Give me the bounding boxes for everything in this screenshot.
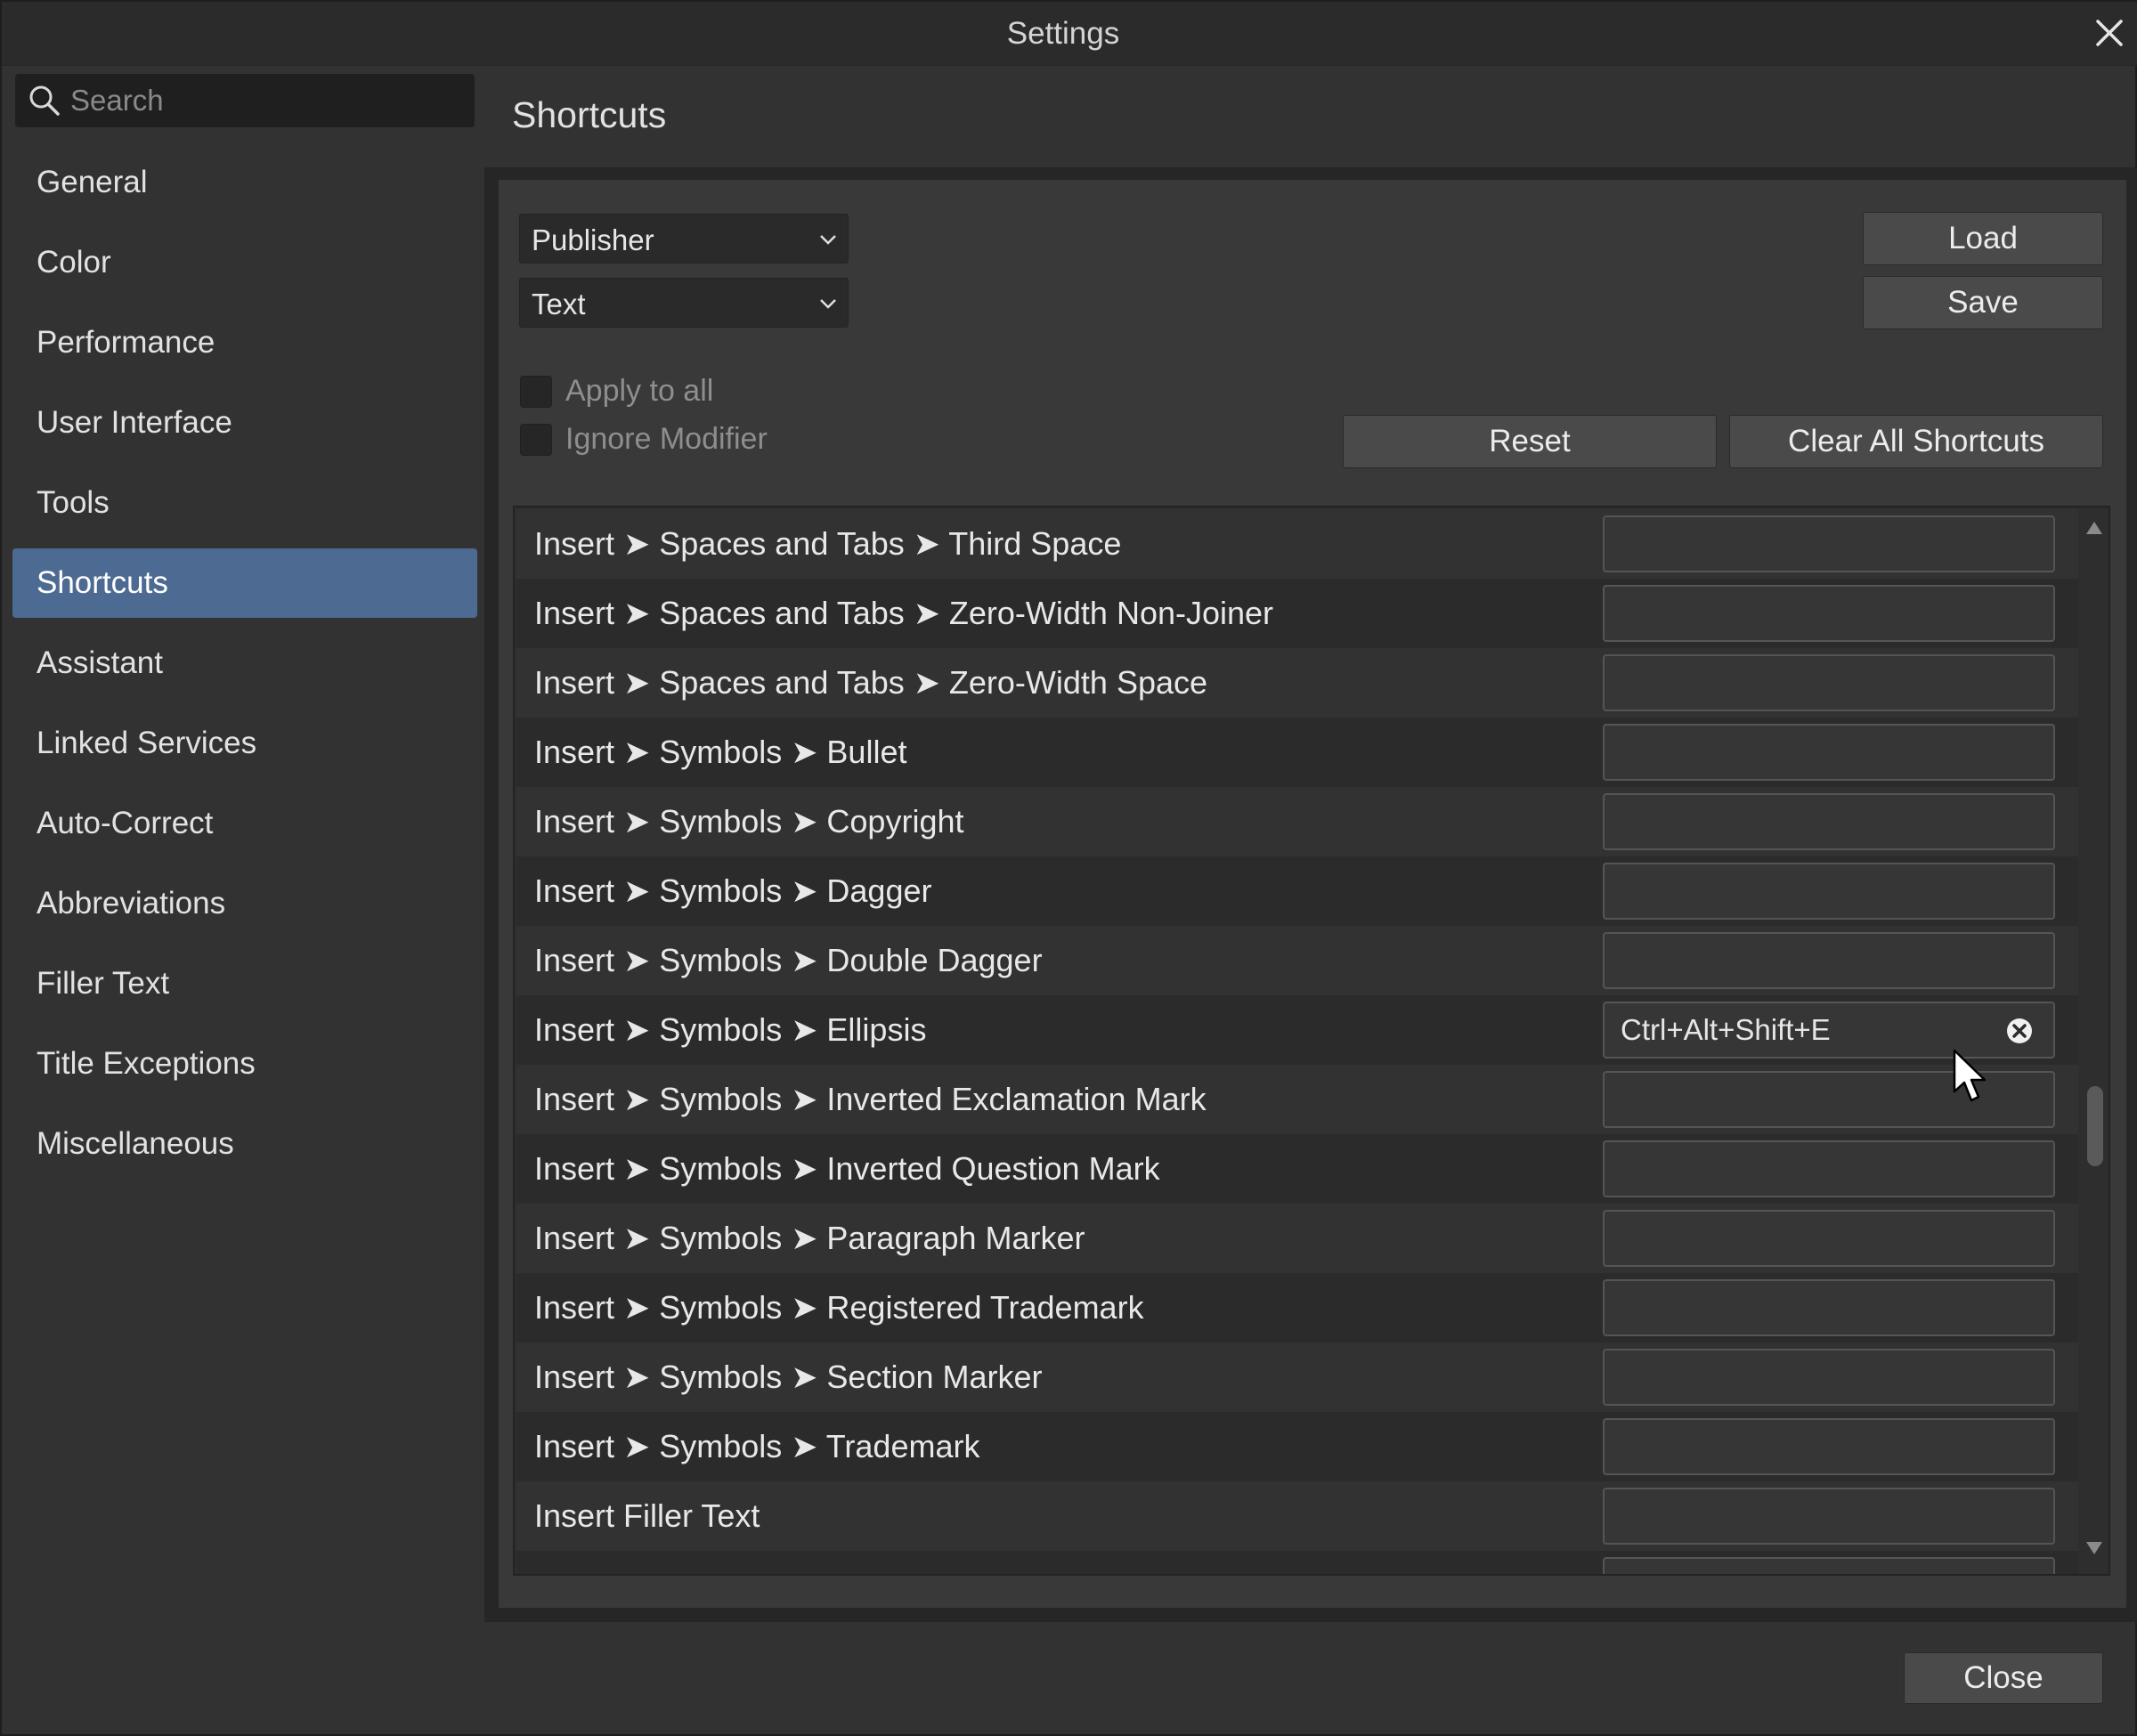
app-select-value: Publisher — [532, 223, 654, 256]
search-box — [15, 74, 475, 127]
page-title: Shortcuts — [512, 94, 667, 135]
shortcut-command-label: Insert ➤ Symbols ➤ Bullet — [534, 734, 907, 770]
title-bar: Settings — [2, 2, 2137, 66]
reset-button[interactable]: Reset — [1343, 415, 1717, 468]
shortcut-command-label: Insert ➤ Symbols ➤ Copyright — [534, 803, 964, 840]
shortcut-command-label: Insert ➤ Spaces and Tabs ➤ Zero-Width Sp… — [534, 664, 1208, 701]
sidebar-item-title-exceptions[interactable]: Title Exceptions — [12, 1029, 477, 1099]
shortcut-input[interactable] — [1603, 515, 2055, 572]
table-row: Insert ➤ Symbols ➤ Dagger — [516, 856, 2078, 926]
shortcut-input[interactable] — [1603, 1071, 2055, 1128]
scrollbar[interactable] — [2078, 507, 2109, 1574]
scroll-down-arrow-icon[interactable] — [2085, 1540, 2103, 1556]
shortcut-command-label: Insert ➤ Symbols ➤ Double Dagger — [534, 942, 1043, 978]
shortcut-input[interactable] — [1603, 793, 2055, 850]
table-row: Insert ➤ Symbols ➤ Inverted Question Mar… — [516, 1134, 2078, 1204]
sidebar-item-abbreviations[interactable]: Abbreviations — [12, 869, 477, 938]
scrollbar-thumb[interactable] — [2087, 1086, 2103, 1166]
table-row: Insert ➤ Symbols ➤ Paragraph Marker — [516, 1204, 2078, 1273]
table-row: Insert ➤ Symbols ➤ Inverted Exclamation … — [516, 1065, 2078, 1134]
clear-shortcut-icon[interactable] — [2005, 1017, 2034, 1045]
table-row: Insert ➤ Spaces and Tabs ➤ Zero-Width No… — [516, 579, 2078, 648]
sidebar-item-performance[interactable]: Performance — [12, 308, 477, 377]
search-icon — [29, 85, 60, 116]
category-select-value: Text — [532, 288, 586, 320]
settings-window: Settings General Color Performance User Int… — [0, 0, 2137, 1736]
chevron-down-icon — [820, 299, 836, 309]
table-row: Insert ➤ Symbols ➤ Trademark — [516, 1412, 2078, 1481]
table-row: Insert ➤ Symbols ➤ Ellipsis — [516, 995, 2078, 1065]
category-select[interactable]: Text — [519, 278, 849, 328]
table-row: Insert ➤ Symbols ➤ Double Dagger — [516, 926, 2078, 995]
sidebar-item-color[interactable]: Color — [12, 228, 477, 297]
sidebar-item-miscellaneous[interactable]: Miscellaneous — [12, 1109, 477, 1179]
save-button[interactable]: Save — [1863, 276, 2103, 329]
shortcut-input[interactable] — [1603, 724, 2055, 781]
table-row: Insert ➤ Symbols ➤ Section Marker — [516, 1343, 2078, 1412]
table-row: Insert ➤ Spaces and Tabs ➤ Zero-Width Sp… — [516, 648, 2078, 718]
shortcut-input[interactable] — [1603, 863, 2055, 920]
table-row: Insert Filler Text — [516, 1481, 2078, 1551]
shortcut-input[interactable] — [1603, 654, 2055, 711]
shortcut-input[interactable] — [1603, 1349, 2055, 1406]
sidebar-item-tools[interactable]: Tools — [12, 468, 477, 538]
shortcut-command-label: Insert ➤ Symbols ➤ Inverted Question Mar… — [534, 1150, 1160, 1187]
clear-all-shortcuts-button[interactable]: Clear All Shortcuts — [1729, 415, 2103, 468]
shortcut-command-label: Insert ➤ Symbols ➤ Ellipsis — [534, 1011, 927, 1048]
sidebar-item-filler-text[interactable]: Filler Text — [12, 949, 477, 1018]
shortcut-command-label: Insert ➤ Symbols ➤ Paragraph Marker — [534, 1220, 1085, 1256]
sidebar-item-user-interface[interactable]: User Interface — [12, 388, 477, 458]
shortcut-input[interactable] — [1603, 1557, 2055, 1574]
table-row: Insert ➤ Spaces and Tabs ➤ Third Space — [516, 509, 2078, 579]
close-button[interactable]: Close — [1904, 1652, 2103, 1704]
scroll-up-arrow-icon[interactable] — [2085, 520, 2103, 536]
apply-to-all-checkbox[interactable] — [520, 376, 552, 408]
close-icon[interactable] — [2091, 14, 2128, 52]
shortcut-command-label: Insert ➤ Spaces and Tabs ➤ Third Space — [534, 525, 1122, 562]
sidebar-item-auto-correct[interactable]: Auto-Correct — [12, 789, 477, 858]
search-input[interactable] — [70, 81, 462, 120]
shortcut-command-label: Insert ➤ Symbols ➤ Dagger — [534, 872, 932, 909]
load-button[interactable]: Load — [1863, 212, 2103, 265]
sidebar-item-assistant[interactable]: Assistant — [12, 629, 477, 698]
shortcut-input[interactable] — [1603, 1002, 2055, 1059]
sidebar-item-general[interactable]: General — [12, 148, 477, 217]
table-row: Insert ➤ Symbols ➤ Registered Trademark — [516, 1273, 2078, 1343]
table-row: Insert ➤ Symbols ➤ Bullet — [516, 718, 2078, 787]
sidebar-item-linked-services[interactable]: Linked Services — [12, 709, 477, 778]
shortcut-command-label: Insert ➤ Symbols ➤ Section Marker — [534, 1359, 1043, 1395]
table-row — [516, 1551, 2078, 1574]
shortcut-command-label: Insert ➤ Symbols ➤ Trademark — [534, 1428, 980, 1464]
shortcut-input[interactable] — [1603, 1210, 2055, 1267]
shortcut-input[interactable] — [1603, 1279, 2055, 1336]
shortcut-command-label: Insert ➤ Symbols ➤ Inverted Exclamation … — [534, 1081, 1207, 1117]
shortcut-input[interactable] — [1603, 1140, 2055, 1197]
apply-to-all-label: Apply to all — [565, 374, 714, 408]
shortcut-command-label: Insert Filler Text — [534, 1497, 760, 1534]
ignore-modifier-label: Ignore Modifier — [565, 422, 768, 456]
table-row: Insert ➤ Symbols ➤ Copyright — [516, 787, 2078, 856]
shortcut-command-label: Insert ➤ Spaces and Tabs ➤ Zero-Width No… — [534, 595, 1274, 631]
window-title: Settings — [1006, 16, 1120, 51]
shortcut-command-label: Insert ➤ Symbols ➤ Registered Trademark — [534, 1289, 1144, 1326]
shortcut-input[interactable] — [1603, 585, 2055, 642]
sidebar-item-shortcuts[interactable]: Shortcuts — [12, 548, 477, 618]
shortcuts-list: Insert Filler Text Insert ➤ Symbols ➤ Tra… — [513, 506, 2110, 1576]
shortcut-input[interactable] — [1603, 1488, 2055, 1545]
shortcut-input[interactable] — [1603, 932, 2055, 989]
app-select[interactable]: Publisher — [519, 214, 849, 264]
shortcut-input[interactable] — [1603, 1418, 2055, 1475]
ignore-modifier-checkbox[interactable] — [520, 424, 552, 456]
chevron-down-icon — [820, 235, 836, 245]
